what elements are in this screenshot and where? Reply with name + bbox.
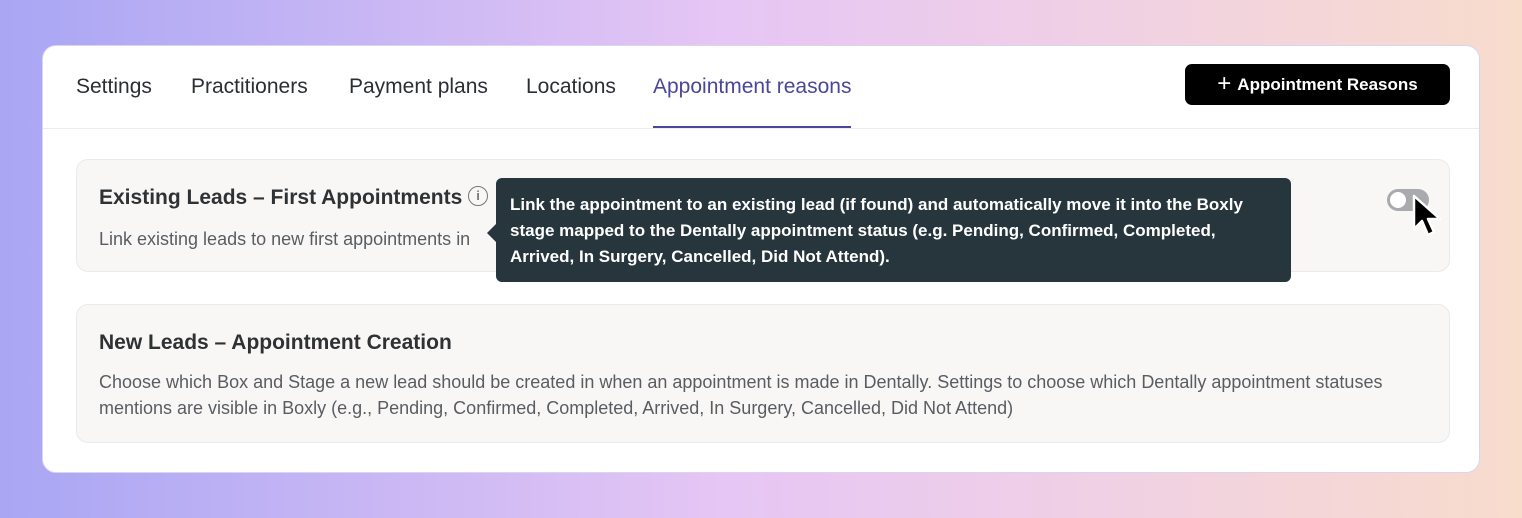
existing-leads-title: Existing Leads – First Appointments [99, 186, 463, 209]
new-leads-description: Choose which Box and Stage a new lead sh… [99, 372, 1383, 418]
tab-bar: Settings Practitioners Payment plans Loc… [43, 46, 1479, 129]
mouse-cursor-icon [1412, 194, 1442, 237]
tooltip-arrow [487, 224, 496, 242]
info-icon[interactable]: i [468, 186, 488, 206]
info-tooltip: Link the appointment to an existing lead… [487, 178, 1291, 282]
new-leads-card: New Leads – Appointment Creation Choose … [76, 304, 1450, 443]
tab-appointment-reasons[interactable]: Appointment reasons [653, 75, 852, 128]
toggle-knob [1390, 192, 1406, 208]
tab-practitioners[interactable]: Practitioners [191, 75, 308, 128]
tooltip-text: Link the appointment to an existing lead… [510, 195, 1243, 266]
tab-settings[interactable]: Settings [76, 75, 152, 128]
tab-payment-plans[interactable]: Payment plans [349, 75, 488, 128]
new-leads-title: New Leads – Appointment Creation [99, 331, 452, 354]
existing-leads-description: Link existing leads to new first appoint… [99, 229, 471, 249]
add-appointment-reasons-button[interactable]: + Appointment Reasons [1185, 64, 1450, 105]
tab-locations[interactable]: Locations [526, 75, 616, 128]
plus-icon: + [1217, 69, 1232, 97]
add-appointment-reasons-label: Appointment Reasons [1237, 74, 1418, 94]
